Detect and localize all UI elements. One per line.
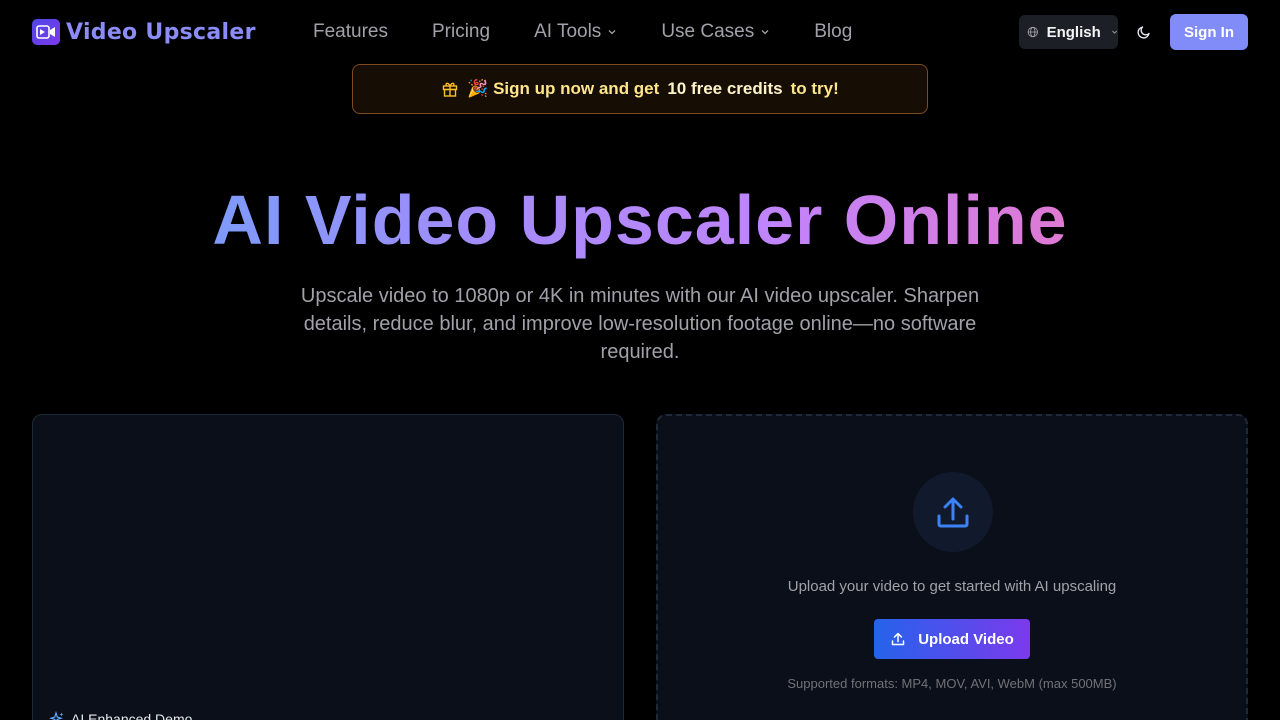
banner-text-prefix: 🎉 Sign up now and get (467, 79, 660, 98)
upload-button-label: Upload Video (918, 630, 1014, 648)
nav-link-label: Features (313, 21, 388, 42)
language-select[interactable]: English (1019, 15, 1118, 49)
demo-video-panel[interactable]: AI Enhanced Demo (32, 414, 624, 720)
upload-video-button[interactable]: Upload Video (874, 619, 1030, 659)
hero-subtitle: Upscale video to 1080p or 4K in minutes … (300, 285, 980, 363)
nav-link-label: Pricing (431, 21, 491, 42)
nav-link-label: Blog (814, 21, 853, 42)
logo[interactable]: Video Upscaler (32, 17, 256, 47)
upload-prompt: Upload your video to get started with AI… (787, 578, 1117, 595)
promo-banner[interactable]: 🎉 Sign up now and get 10 free credits to t… (352, 64, 928, 114)
upload-small-icon (891, 632, 905, 646)
chevron-down-icon (608, 30, 616, 35)
logo-text: Video Upscaler (66, 19, 256, 45)
sparkles-icon (49, 711, 64, 720)
top-nav: Video Upscaler Features Pricing AI Tools… (0, 0, 1280, 64)
gift-icon (443, 82, 458, 97)
banner-text-suffix: to try! (790, 79, 839, 98)
upload-dropzone[interactable]: Upload your video to get started with AI… (656, 414, 1248, 720)
nav-link-label: AI Tools (534, 21, 602, 42)
upload-icon (937, 497, 969, 528)
nav-link-ai-tools[interactable]: AI Tools (534, 21, 617, 43)
demo-label-text: AI Enhanced Demo (71, 711, 193, 720)
video-logo-icon (32, 19, 60, 45)
moon-icon (1137, 26, 1150, 39)
nav-link-pricing[interactable]: Pricing (432, 21, 490, 43)
nav-link-blog[interactable]: Blog (814, 21, 852, 43)
nav-link-features[interactable]: Features (313, 21, 388, 43)
nav-link-label: Use Cases (661, 21, 755, 42)
globe-icon (1027, 26, 1038, 38)
banner-credits-highlight: 10 free credits (667, 79, 783, 98)
demo-label: AI Enhanced Demo (49, 711, 192, 720)
page-title: AI Video Upscaler Online (0, 180, 1280, 260)
upload-icon-circle (913, 472, 993, 552)
chevron-down-icon (1111, 30, 1117, 34)
chevron-down-icon (761, 30, 769, 35)
theme-toggle[interactable] (1132, 20, 1156, 44)
nav-link-use-cases[interactable]: Use Cases (661, 21, 770, 43)
language-label: English (1046, 23, 1101, 41)
supported-formats: Supported formats: MP4, MOV, AVI, WebM (… (787, 676, 1117, 691)
nav-links: Features Pricing AI Tools Use Cases Blog (313, 0, 896, 64)
sign-in-button[interactable]: Sign In (1170, 14, 1248, 50)
